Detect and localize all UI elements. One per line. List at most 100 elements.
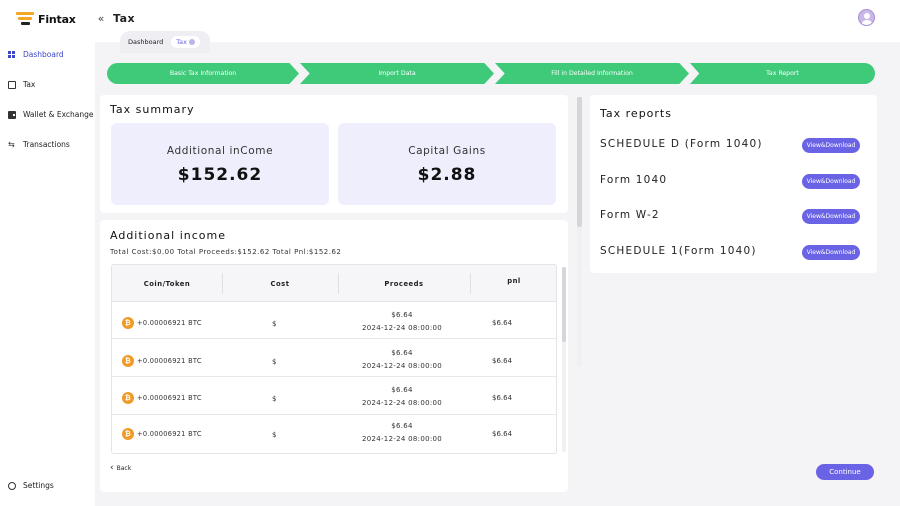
capital-gains-card: Capital Gains $2.88 xyxy=(338,123,556,205)
chevron-left-icon: ‹ xyxy=(110,463,114,473)
sidebar-item-label: Settings xyxy=(23,481,54,490)
card-label: Capital Gains xyxy=(408,145,486,157)
close-tab-icon[interactable] xyxy=(189,39,195,45)
report-item: SCHEDULE D (Form 1040) View&Download xyxy=(600,135,862,155)
sidebar-item-wallet-exchange[interactable]: Wallet & Exchange xyxy=(8,110,94,119)
sidebar-item-label: Wallet & Exchange xyxy=(23,110,94,119)
report-item: Form 1040 View&Download xyxy=(600,171,862,191)
page-tabs: Dashboard Tax xyxy=(120,31,210,53)
sidebar-item-label: Tax xyxy=(23,80,36,89)
step-tax-report[interactable]: Tax Report xyxy=(690,63,875,84)
coin-amount: +0.00006921 BTC xyxy=(137,394,202,402)
bitcoin-icon: ₿ xyxy=(122,317,134,329)
coin-cell: ₿ +0.00006921 BTC xyxy=(122,428,202,440)
report-name: Form W-2 xyxy=(600,209,660,221)
proceeds-value: $6.64 xyxy=(391,422,413,430)
bitcoin-icon: ₿ xyxy=(122,428,134,440)
sidebar: Fintax Dashboard Tax Wallet & Exchange ⇆… xyxy=(0,0,95,506)
step-detailed-information[interactable]: Fill in Detailed Information xyxy=(495,63,689,84)
sidebar-item-label: Transactions xyxy=(23,140,70,149)
user-avatar[interactable] xyxy=(858,9,875,26)
tab-dashboard[interactable]: Dashboard xyxy=(128,38,163,46)
report-item: SCHEDULE 1(Form 1040) View&Download xyxy=(600,242,862,262)
brand-name: Fintax xyxy=(38,12,76,26)
additional-income-card: Additional inCome $152.62 xyxy=(111,123,329,205)
gear-icon xyxy=(8,481,16,490)
card-value: $152.62 xyxy=(177,165,263,185)
sidebar-item-transactions[interactable]: ⇆ Transactions xyxy=(8,140,70,149)
dashboard-icon xyxy=(8,50,16,59)
document-icon xyxy=(8,80,16,89)
step-basic-tax-information[interactable]: Basic Tax Information xyxy=(107,63,299,84)
additional-income-panel: Additional income Total Cost:$0.00 Total… xyxy=(100,220,568,492)
content-scrollbar[interactable] xyxy=(577,97,582,367)
view-download-button[interactable]: View&Download xyxy=(802,209,860,224)
bitcoin-icon: ₿ xyxy=(122,392,134,404)
tax-reports-title: Tax reports xyxy=(600,107,672,120)
report-name: SCHEDULE 1(Form 1040) xyxy=(600,245,757,257)
table-row: ₿ +0.00006921 BTC $ $6.64 2024-12-24 08:… xyxy=(112,378,556,415)
cost-cell: $ xyxy=(272,431,277,439)
proceeds-cell: $6.64 2024-12-24 08:00:00 xyxy=(352,420,452,446)
coin-amount: +0.00006921 BTC xyxy=(137,357,202,365)
tab-label: Tax xyxy=(176,38,187,46)
sidebar-item-label: Dashboard xyxy=(23,50,64,59)
tax-summary-title: Tax summary xyxy=(110,103,195,116)
transactions-icon: ⇆ xyxy=(8,139,15,149)
bitcoin-icon: ₿ xyxy=(122,355,134,367)
wallet-icon xyxy=(8,110,16,119)
column-header-proceeds: Proceeds xyxy=(384,279,424,288)
table-row: ₿ +0.00006921 BTC $ $6.64 2024-12-24 08:… xyxy=(112,302,556,339)
view-download-button[interactable]: View&Download xyxy=(802,138,860,153)
sidebar-item-tax[interactable]: Tax xyxy=(8,80,35,89)
scrollbar-thumb[interactable] xyxy=(562,267,566,342)
back-button[interactable]: ‹ Back xyxy=(110,464,131,473)
column-header-cost: Cost xyxy=(270,279,290,288)
sidebar-item-settings[interactable]: Settings xyxy=(8,481,54,490)
tax-reports-panel: Tax reports SCHEDULE D (Form 1040) View&… xyxy=(590,95,877,273)
proceeds-value: $6.64 xyxy=(391,349,413,357)
table-row: ₿ +0.00006921 BTC $ $6.64 2024-12-24 08:… xyxy=(112,340,556,377)
additional-income-title: Additional income xyxy=(110,229,227,242)
pnl-cell: $6.64 xyxy=(492,394,513,402)
proceeds-date: 2024-12-24 08:00:00 xyxy=(361,324,443,332)
sidebar-item-dashboard[interactable]: Dashboard xyxy=(8,50,64,59)
view-download-button[interactable]: View&Download xyxy=(802,245,860,260)
pnl-cell: $6.64 xyxy=(492,430,513,438)
fintax-logo-icon xyxy=(16,12,34,26)
brand-logo[interactable]: Fintax xyxy=(16,12,76,26)
pnl-cell: $6.64 xyxy=(492,319,513,327)
cost-cell: $ xyxy=(272,320,277,328)
column-header-coin: Coin/Token xyxy=(143,279,191,288)
proceeds-date: 2024-12-24 08:00:00 xyxy=(361,435,443,443)
coin-cell: ₿ +0.00006921 BTC xyxy=(122,355,202,367)
table-header: Coin/Token Cost Proceeds pnl xyxy=(112,265,556,302)
tab-tax[interactable]: Tax xyxy=(171,36,200,48)
proceeds-value: $6.64 xyxy=(391,386,413,394)
step-import-data[interactable]: Import Data xyxy=(300,63,494,84)
scrollbar-thumb[interactable] xyxy=(577,97,582,227)
cost-cell: $ xyxy=(272,358,277,366)
view-download-button[interactable]: View&Download xyxy=(802,174,860,189)
card-value: $2.88 xyxy=(417,165,477,185)
coin-cell: ₿ +0.00006921 BTC xyxy=(122,392,202,404)
coin-amount: +0.00006921 BTC xyxy=(137,319,202,327)
proceeds-date: 2024-12-24 08:00:00 xyxy=(361,362,443,370)
report-name: Form 1040 xyxy=(600,174,668,186)
income-totals: Total Cost:$0.00 Total Proceeds:$152.62 … xyxy=(110,248,342,256)
table-scrollbar[interactable] xyxy=(562,267,566,452)
card-label: Additional inCome xyxy=(166,145,274,157)
continue-button[interactable]: Continue xyxy=(816,464,874,480)
pnl-cell: $6.64 xyxy=(492,357,513,365)
proceeds-cell: $6.64 2024-12-24 08:00:00 xyxy=(352,347,452,373)
income-table: Coin/Token Cost Proceeds pnl ₿ +0.000069… xyxy=(111,264,557,454)
proceeds-value: $6.64 xyxy=(391,311,413,319)
back-label: Back xyxy=(116,465,132,472)
proceeds-cell: $6.64 2024-12-24 08:00:00 xyxy=(352,309,452,335)
cost-cell: $ xyxy=(272,395,277,403)
proceeds-cell: $6.64 2024-12-24 08:00:00 xyxy=(352,384,452,410)
column-header-pnl: pnl xyxy=(507,276,521,285)
report-item: Form W-2 View&Download xyxy=(600,206,862,226)
tax-summary-panel: Tax summary Additional inCome $152.62 Ca… xyxy=(100,95,568,213)
collapse-sidebar-icon[interactable]: « xyxy=(95,13,107,25)
